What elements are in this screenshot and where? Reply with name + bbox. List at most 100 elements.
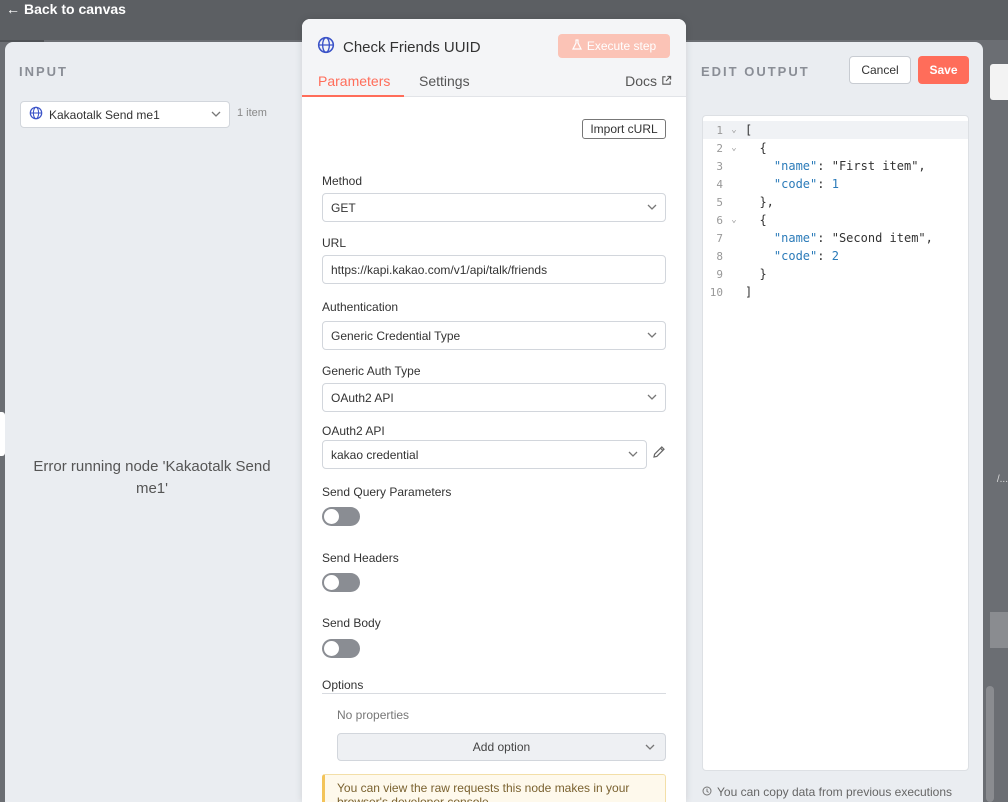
authentication-label: Authentication	[322, 300, 399, 314]
code-line[interactable]: 8 "code": 2	[703, 247, 968, 265]
line-number: 1	[716, 123, 723, 137]
add-option-dropdown[interactable]: Add option	[337, 733, 666, 761]
toggle-knob	[324, 509, 339, 524]
fold-chevron-icon[interactable]: ⌄	[723, 125, 745, 135]
oauth2-api-label: OAuth2 API	[322, 424, 385, 438]
node-title-text: Check Friends UUID	[343, 38, 481, 56]
edit-credential-pencil-icon[interactable]	[652, 445, 666, 462]
options-label: Options	[322, 678, 364, 692]
json-number: 2	[831, 249, 839, 263]
options-divider	[322, 693, 666, 694]
docs-label: Docs	[625, 73, 657, 89]
execute-step-button[interactable]: Execute step	[558, 34, 670, 58]
docs-link[interactable]: Docs	[625, 73, 672, 89]
authentication-value: Generic Credential Type	[331, 328, 461, 343]
oauth2-credential-select[interactable]: kakao credential	[322, 440, 647, 469]
no-properties-text: No properties	[337, 708, 410, 722]
flask-icon	[571, 39, 582, 53]
fold-chevron-icon[interactable]: ⌄	[723, 215, 745, 225]
oauth2-credential-value: kakao credential	[331, 447, 419, 462]
url-input[interactable]: https://kapi.kakao.com/v1/api/talk/frien…	[322, 255, 666, 284]
input-title: INPUT	[19, 64, 68, 79]
code-text: {	[745, 213, 767, 227]
fold-chevron-icon[interactable]: ⌄	[723, 143, 745, 153]
json-output-editor[interactable]: 1 ⌄[2 ⌄ {3 "name": "First item", 4 "code": …	[702, 115, 969, 771]
arrow-left-icon: ←	[6, 1, 20, 17]
input-error-message: Error running node 'Kakaotalk Send me1'	[33, 458, 271, 497]
active-tab-indicator	[302, 95, 404, 97]
save-button[interactable]: Save	[918, 56, 969, 84]
send-body-toggle[interactable]	[322, 639, 360, 658]
back-to-canvas-link[interactable]: ← Back to canvas	[6, 1, 126, 17]
toggle-knob	[324, 641, 339, 656]
send-query-toggle[interactable]	[322, 507, 360, 526]
code-line[interactable]: 3 "name": "First item",	[703, 157, 968, 175]
generic-auth-type-label: Generic Auth Type	[322, 364, 421, 378]
json-number: 1	[831, 177, 839, 191]
external-link-icon	[661, 73, 672, 89]
code-line[interactable]: 7 "name": "Second item",	[703, 229, 968, 247]
json-key: "code"	[773, 249, 818, 263]
chevron-down-icon	[628, 449, 638, 460]
info-icon	[702, 785, 712, 799]
output-panel: EDIT OUTPUT Cancel Save 1 ⌄[2 ⌄ {3 "name":…	[686, 42, 983, 802]
chevron-down-icon	[645, 742, 655, 753]
code-line[interactable]: 4 "code": 1	[703, 175, 968, 193]
code-text: ]	[745, 285, 753, 299]
canvas-node-edge	[990, 64, 1008, 100]
line-number: 6	[716, 213, 723, 227]
input-node-name: Kakaotalk Send me1	[49, 107, 160, 122]
json-key: "name"	[773, 231, 818, 245]
line-number: 3	[716, 159, 723, 173]
code-text: "name": "First item",	[773, 159, 926, 173]
code-line[interactable]: 6 ⌄ {	[703, 211, 968, 229]
code-line[interactable]: 1 ⌄[	[703, 121, 968, 139]
line-number: 8	[716, 249, 723, 263]
method-value: GET	[331, 200, 356, 215]
code-text: {	[745, 141, 767, 155]
chevron-down-icon	[647, 330, 657, 341]
authentication-select[interactable]: Generic Credential Type	[322, 321, 666, 350]
json-key: "code"	[773, 177, 818, 191]
chevron-down-icon	[211, 109, 221, 120]
copy-hint-text: You can copy data from previous executio…	[717, 785, 953, 799]
line-number: 10	[709, 285, 723, 299]
cancel-button[interactable]: Cancel	[849, 56, 911, 84]
method-select[interactable]: GET	[322, 193, 666, 222]
json-string: "First item"	[831, 159, 919, 173]
code-line[interactable]: 9 }	[703, 265, 968, 283]
chevron-down-icon	[647, 202, 657, 213]
input-panel: INPUT Kakaotalk Send me1 1 item Error ru…	[5, 42, 302, 802]
input-item-count: 1 item	[237, 107, 267, 119]
input-node-select[interactable]: Kakaotalk Send me1	[20, 101, 230, 128]
chevron-down-icon	[647, 392, 657, 403]
generic-auth-type-value: OAuth2 API	[331, 390, 394, 405]
node-parameters-panel: Check Friends UUID Execute step Paramete…	[302, 19, 686, 802]
url-label: URL	[322, 236, 347, 250]
code-line[interactable]: 10]	[703, 283, 968, 301]
code-text: },	[745, 195, 774, 209]
code-line[interactable]: 5 },	[703, 193, 968, 211]
code-text: [	[745, 123, 753, 137]
edit-output-title: EDIT OUTPUT	[701, 64, 810, 79]
generic-auth-type-select[interactable]: OAuth2 API	[322, 383, 666, 412]
node-header: Check Friends UUID Execute step Paramete…	[302, 19, 686, 97]
tab-settings[interactable]: Settings	[419, 73, 470, 89]
method-label: Method	[322, 174, 363, 188]
send-headers-toggle[interactable]	[322, 573, 360, 592]
line-number: 5	[716, 195, 723, 209]
copy-hint: You can copy data from previous executio…	[702, 785, 952, 799]
code-line[interactable]: 2 ⌄ {	[703, 139, 968, 157]
tab-parameters[interactable]: Parameters	[318, 73, 390, 89]
import-curl-button[interactable]: Import cURL	[582, 119, 666, 139]
canvas-scrollbar[interactable]	[986, 686, 994, 802]
line-number: 2	[716, 141, 723, 155]
code-text: "name": "Second item",	[773, 231, 933, 245]
node-title: Check Friends UUID	[317, 36, 481, 58]
json-string: "Second item"	[831, 231, 926, 245]
code-text: }	[745, 267, 767, 281]
node-tabs: Parameters Settings Docs	[302, 73, 686, 97]
code-text: "code": 2	[773, 249, 839, 263]
toggle-knob	[324, 575, 339, 590]
globe-icon	[29, 106, 43, 123]
